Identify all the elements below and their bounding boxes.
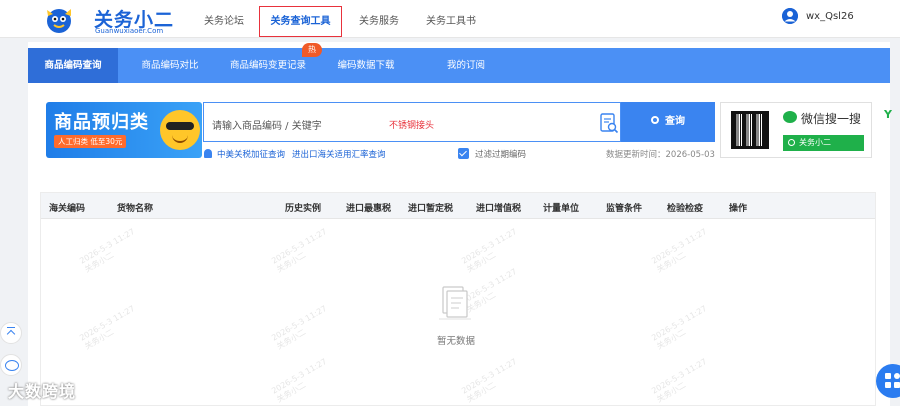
grid-icon [885,373,891,379]
tab-code-search[interactable]: 商品编码查询 [28,48,118,83]
watermark: 2026-5-3 11:27 关务小二 [650,356,709,405]
search-icon [651,116,659,124]
col-goods-name: 货物名称 [117,204,154,214]
side-logo-icon[interactable]: Y [884,108,892,121]
watermark: 2026-5-3 11:27 关务小二 [270,226,329,275]
watermark: 2026-5-3 11:27 关务小二 [270,356,329,405]
empty-data-icon [439,286,471,320]
grid-icon [894,382,900,388]
filter-expired-label: 过滤过期编码 [475,150,527,160]
watermark: 2026-5-3 11:27 关务小二 [650,226,709,275]
user-name: wx_Qsl26 [806,11,854,22]
table-header: 海关编码 货物名称 历史实例 进口最惠税 进口暂定税 进口增值税 计量单位 监管… [41,193,875,219]
document-search-icon[interactable] [599,112,619,134]
grid-icon [894,373,900,379]
sub-tabs: 商品编码查询 商品编码对比 商品编码变更记录 编码数据下载 我的订阅 [28,48,890,83]
brand-watermark: 大数跨境 [8,382,77,401]
banner-title: 商品预归类 [54,112,149,133]
top-navbar: 关务小二 Guanwuxiaoer.Com 关务论坛 关务查询工具 关务服务 关… [0,0,900,38]
wechat-qr-panel: 微信搜一搜 关务小二 [720,102,872,158]
search-button[interactable]: 查询 [621,102,715,142]
search-placeholder: 请输入商品编码 / 关键字 [212,121,322,132]
nav-query-tools[interactable]: 关务查询工具 [259,6,342,37]
tariff-query-link[interactable]: 中美关税加征查询 [217,148,285,160]
pre-classification-banner[interactable]: 商品预归类 人工归类 低至30元 [46,102,202,158]
cool-face-icon [160,110,200,150]
search-hint: 不锈钢接头 [389,121,435,131]
tab-code-change-log[interactable]: 商品编码变更记录 [224,48,312,83]
col-supervision: 监管条件 [606,204,643,214]
watermark: 2026-5-3 11:27 关务小二 [78,226,137,275]
tab-code-compare[interactable]: 商品编码对比 [128,48,212,83]
exchange-rate-link[interactable]: 进出口海关适用汇率查询 [292,148,386,160]
empty-state-text: 暂无数据 [437,336,476,347]
search-button-label: 查询 [665,116,685,127]
watermark: 2026-5-3 11:27 关务小二 [650,303,709,352]
grid-icon [885,382,891,388]
wechat-search-title: 微信搜一搜 [801,112,862,126]
banner-subtitle: 人工归类 低至30元 [54,135,127,148]
col-mfn-rate: 进口最惠税 [346,204,392,214]
logo-domain: Guanwuxiaoer.Com [95,27,164,35]
watermark: 2026-5-3 11:27 关务小二 [270,303,329,352]
search-input[interactable]: 请输入商品编码 / 关键字 不锈钢接头 [203,102,621,142]
user-avatar-icon [782,8,798,24]
chat-button[interactable] [0,354,22,376]
col-hs-code: 海关编码 [49,204,86,214]
watermark: 2026-5-3 11:27 关务小二 [78,303,137,352]
quick-links: 中美关税加征查询 进出口海关适用汇率查询 过滤过期编码 数据更新时间：2026-… [204,147,724,161]
tab-my-subscriptions[interactable]: 我的订阅 [436,48,496,83]
back-to-top-button[interactable] [0,322,22,344]
col-unit: 计量单位 [543,204,580,214]
col-history: 历史实例 [285,204,322,214]
nav-forum[interactable]: 关务论坛 [204,12,244,27]
logo-icon [47,9,71,33]
bell-icon [204,149,212,158]
col-provisional-rate: 进口暂定税 [408,204,454,214]
nav-services[interactable]: 关务服务 [359,12,399,27]
data-update-time: 数据更新时间：2026-05-03 [606,150,715,160]
tab-data-download[interactable]: 编码数据下载 [330,48,402,83]
col-vat: 进口增值税 [476,204,522,214]
results-table: 海关编码 货物名称 历史实例 进口最惠税 进口暂定税 进口增值税 计量单位 监管… [40,192,876,406]
nav-reference-books[interactable]: 关务工具书 [426,12,476,27]
qr-code-image [731,111,769,149]
hot-badge: 热 [302,43,322,57]
watermark: 2026-5-3 11:27 关务小二 [460,356,519,405]
wechat-search-button[interactable]: 关务小二 [783,135,864,151]
filter-expired-checkbox[interactable] [458,148,469,159]
col-actions: 操作 [729,204,748,214]
col-inspection: 检验检疫 [667,204,704,214]
